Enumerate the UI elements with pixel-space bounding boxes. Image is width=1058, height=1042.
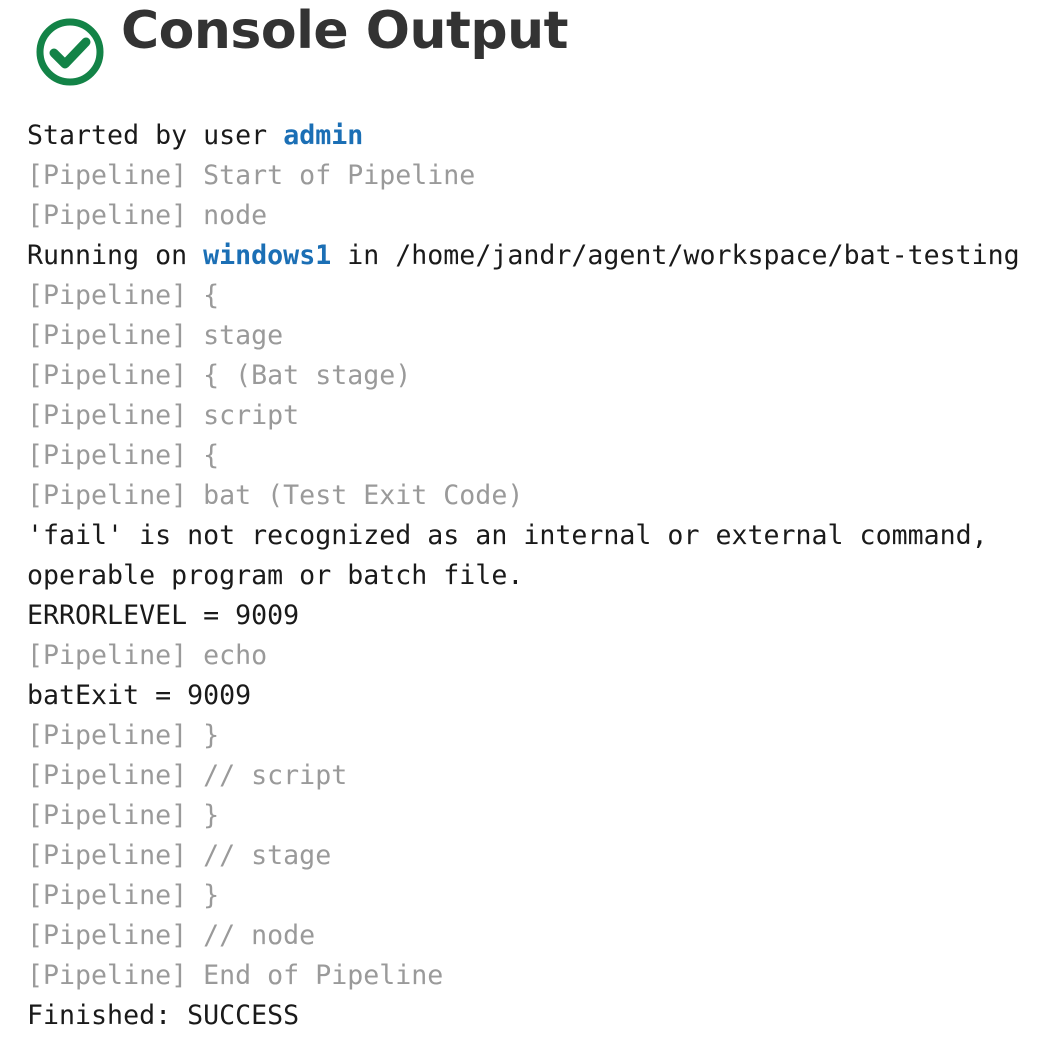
started-by-text: Started by user — [27, 120, 284, 151]
console-line: [Pipeline] { (Bat stage) — [27, 360, 412, 391]
console-line: [Pipeline] } — [27, 880, 220, 911]
page-title: Console Output — [121, 0, 568, 61]
console-line-running: Running on windows1 in /home/jandr/agent… — [27, 236, 1020, 276]
console-line: [Pipeline] bat (Test Exit Code) — [27, 480, 524, 511]
console-line: [Pipeline] node — [27, 200, 268, 231]
console-line: [Pipeline] // stage — [27, 840, 332, 871]
console-line: [Pipeline] End of Pipeline — [27, 960, 444, 991]
console-line-finished: Finished: SUCCESS — [27, 1000, 300, 1031]
page-header: Console Output — [26, 1, 568, 86]
console-line-error: operable program or batch file. — [27, 560, 524, 591]
console-line: [Pipeline] // script — [27, 760, 348, 791]
running-on-text: Running on — [27, 240, 204, 271]
user-link[interactable]: admin — [283, 120, 363, 151]
console-line-errorlevel: ERRORLEVEL = 9009 — [27, 600, 300, 631]
console-line-echo-output: batExit = 9009 — [27, 680, 252, 711]
console-line: [Pipeline] } — [27, 800, 220, 831]
console-line: [Pipeline] { — [27, 280, 220, 311]
console-line-started: Started by user admin — [27, 116, 1020, 156]
console-output: Started by user admin [Pipeline] Start of… — [27, 116, 1020, 1036]
node-link[interactable]: windows1 — [203, 240, 331, 271]
check-circle-icon — [26, 14, 118, 86]
console-line-error: 'fail' is not recognized as an internal … — [27, 520, 988, 551]
console-line: [Pipeline] { — [27, 440, 220, 471]
console-line: [Pipeline] script — [27, 400, 300, 431]
console-line: [Pipeline] Start of Pipeline — [27, 160, 476, 191]
workspace-path-text: in /home/jandr/agent/workspace/bat-testi… — [331, 240, 1020, 271]
console-line: [Pipeline] } — [27, 720, 220, 751]
console-line: [Pipeline] // node — [27, 920, 316, 951]
console-line: [Pipeline] echo — [27, 640, 268, 671]
console-line: [Pipeline] stage — [27, 320, 284, 351]
